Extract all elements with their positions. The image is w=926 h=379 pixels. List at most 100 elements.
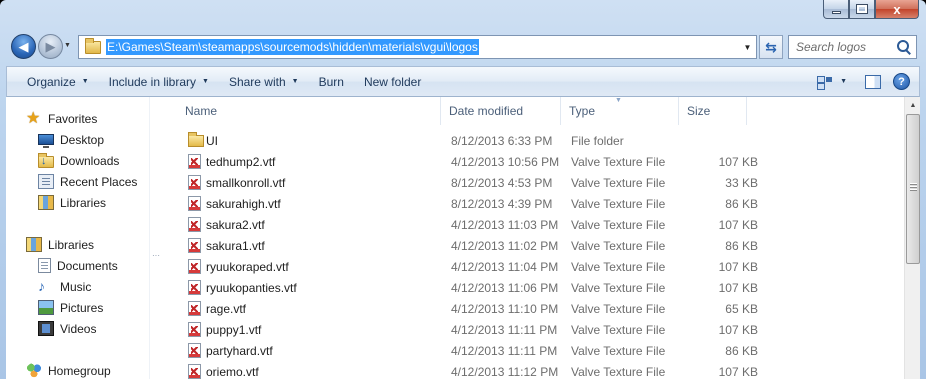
file-row[interactable]: rage.vtf 4/12/2013 11:10 PM Valve Texture …: [155, 298, 904, 319]
file-row[interactable]: sakura2.vtf 4/12/2013 11:03 PM Valve Textu…: [155, 214, 904, 235]
vtf-file-icon: [188, 322, 201, 337]
file-row[interactable]: UI 8/12/2013 6:33 PM File folder: [155, 130, 904, 151]
file-size-cell: 107 KB: [718, 154, 758, 169]
favorites-section: ★ Favorites Desktop Downloads Recent Pla…: [6, 108, 149, 213]
preview-pane-icon[interactable]: [865, 74, 881, 89]
navigation-pane: ★ Favorites Desktop Downloads Recent Pla…: [6, 97, 149, 379]
file-row[interactable]: ryuukopanties.vtf 4/12/2013 11:06 PM Valve…: [155, 277, 904, 298]
refresh-button[interactable]: ⇆: [759, 35, 783, 59]
libraries-icon: [38, 195, 54, 210]
chevron-down-icon: ▼: [81, 78, 89, 85]
include-in-library-button[interactable]: Include in library ▼: [99, 67, 219, 96]
file-name-cell: smallkonroll.vtf: [206, 175, 286, 190]
column-headers: Name Date modified Type Size ▼: [155, 97, 904, 125]
vtf-file-icon: [188, 301, 201, 316]
homegroup-icon: [26, 363, 42, 378]
vtf-file-icon: [188, 280, 201, 295]
file-row[interactable]: sakurahigh.vtf 8/12/2013 4:39 PM Valve Tex…: [155, 193, 904, 214]
file-size-cell: 107 KB: [718, 364, 758, 379]
new-folder-button[interactable]: New folder: [354, 67, 431, 96]
nav-item-music[interactable]: ♪ Music: [6, 276, 149, 297]
back-button[interactable]: ◀: [11, 34, 36, 59]
file-size-cell: [679, 130, 758, 151]
vertical-scrollbar[interactable]: ▲: [904, 97, 920, 379]
view-options-dropdown[interactable]: ▼: [840, 78, 847, 85]
vtf-file-icon: [188, 196, 201, 211]
nav-item-documents[interactable]: Documents: [6, 255, 149, 276]
search-icon[interactable]: [896, 39, 912, 55]
file-date-cell: 8/12/2013 4:53 PM: [451, 175, 553, 190]
nav-item-videos[interactable]: Videos: [6, 318, 149, 339]
file-date-cell: 4/12/2013 10:56 PM: [451, 154, 560, 169]
file-name-cell: tedhump2.vtf: [206, 154, 276, 169]
vtf-file-icon: [188, 364, 201, 379]
file-name-cell: ryuukopanties.vtf: [206, 280, 297, 295]
file-type-cell: Valve Texture File: [571, 301, 666, 316]
file-row[interactable]: ryuukoraped.vtf 4/12/2013 11:04 PM Valve T…: [155, 256, 904, 277]
file-rows: UI 8/12/2013 6:33 PM File folder tedhump2.v…: [155, 130, 904, 379]
file-row[interactable]: partyhard.vtf 4/12/2013 11:11 PM Valve Tex…: [155, 340, 904, 361]
address-bar[interactable]: E:\Games\Steam\steamapps\sourcemods\hidd…: [78, 35, 757, 59]
address-dropdown-button[interactable]: ▼: [739, 36, 756, 58]
vtf-file-icon: [188, 343, 201, 358]
search-box[interactable]: [788, 35, 917, 59]
vtf-file-icon: [188, 259, 201, 274]
nav-item-desktop[interactable]: Desktop: [6, 129, 149, 150]
close-icon: x: [893, 1, 901, 17]
homegroup-section: Homegroup: [6, 360, 149, 379]
desktop-icon: [38, 134, 54, 148]
vtf-file-icon: [188, 175, 201, 190]
nav-libraries[interactable]: Libraries: [6, 234, 149, 255]
recent-pages-dropdown[interactable]: ▼: [64, 42, 71, 49]
file-row[interactable]: oriemo.vtf 4/12/2013 11:12 PM Valve Textur…: [155, 361, 904, 379]
file-row[interactable]: tedhump2.vtf 4/12/2013 10:56 PM Valve Text…: [155, 151, 904, 172]
file-name-cell: rage.vtf: [206, 301, 247, 316]
file-type-cell: Valve Texture File: [571, 154, 666, 169]
file-row[interactable]: puppy1.vtf 4/12/2013 11:11 PM Valve Textur…: [155, 319, 904, 340]
file-type-cell: Valve Texture File: [571, 196, 666, 211]
nav-favorites[interactable]: ★ Favorites: [6, 108, 149, 129]
file-name-cell: oriemo.vtf: [206, 364, 259, 379]
vtf-file-icon: [188, 238, 201, 253]
nav-item-libraries-fav[interactable]: Libraries: [6, 192, 149, 213]
sort-indicator-icon: ▼: [615, 97, 622, 104]
file-date-cell: 4/12/2013 11:04 PM: [451, 259, 559, 274]
scroll-up-button[interactable]: ▲: [905, 97, 921, 114]
file-date-cell: 4/12/2013 11:02 PM: [451, 238, 559, 253]
share-with-button[interactable]: Share with ▼: [219, 67, 309, 96]
search-input[interactable]: [789, 37, 896, 57]
file-name-cell: UI: [206, 133, 218, 148]
file-row[interactable]: smallkonroll.vtf 8/12/2013 4:53 PM Valve T…: [155, 172, 904, 193]
nav-item-recent-places[interactable]: Recent Places: [6, 171, 149, 192]
file-name-cell: puppy1.vtf: [206, 322, 262, 337]
music-icon: ♪: [38, 278, 45, 294]
grip-icon: [910, 183, 917, 192]
organize-button[interactable]: Organize ▼: [17, 67, 99, 96]
nav-item-pictures[interactable]: Pictures: [6, 297, 149, 318]
close-button[interactable]: x: [875, 0, 919, 19]
file-size-cell: 33 KB: [725, 175, 758, 190]
file-row[interactable]: sakura1.vtf 4/12/2013 11:02 PM Valve Textu…: [155, 235, 904, 256]
column-header-name[interactable]: Name: [177, 97, 441, 125]
change-view-icon[interactable]: [816, 75, 834, 90]
file-date-cell: 4/12/2013 11:12 PM: [451, 364, 559, 379]
column-header-size[interactable]: Size: [679, 97, 747, 125]
help-icon[interactable]: ?: [893, 73, 910, 90]
nav-item-downloads[interactable]: Downloads: [6, 150, 149, 171]
scroll-thumb[interactable]: [906, 114, 920, 264]
file-type-cell: Valve Texture File: [571, 280, 666, 295]
maximize-button[interactable]: [849, 0, 875, 19]
forward-button[interactable]: ▶: [38, 34, 63, 59]
minimize-button[interactable]: [823, 0, 849, 19]
column-header-date-modified[interactable]: Date modified: [441, 97, 561, 125]
burn-button[interactable]: Burn: [309, 67, 354, 96]
folder-icon: [188, 132, 204, 147]
file-name-cell: ryuukoraped.vtf: [206, 259, 289, 274]
file-size-cell: 86 KB: [725, 196, 758, 211]
nav-homegroup[interactable]: Homegroup: [6, 360, 149, 379]
address-path[interactable]: E:\Games\Steam\steamapps\sourcemods\hidd…: [106, 39, 479, 55]
file-type-cell: File folder: [571, 133, 624, 148]
vtf-file-icon: [188, 154, 201, 169]
chevron-down-icon: ▼: [291, 78, 299, 85]
file-date-cell: 4/12/2013 11:10 PM: [451, 301, 559, 316]
